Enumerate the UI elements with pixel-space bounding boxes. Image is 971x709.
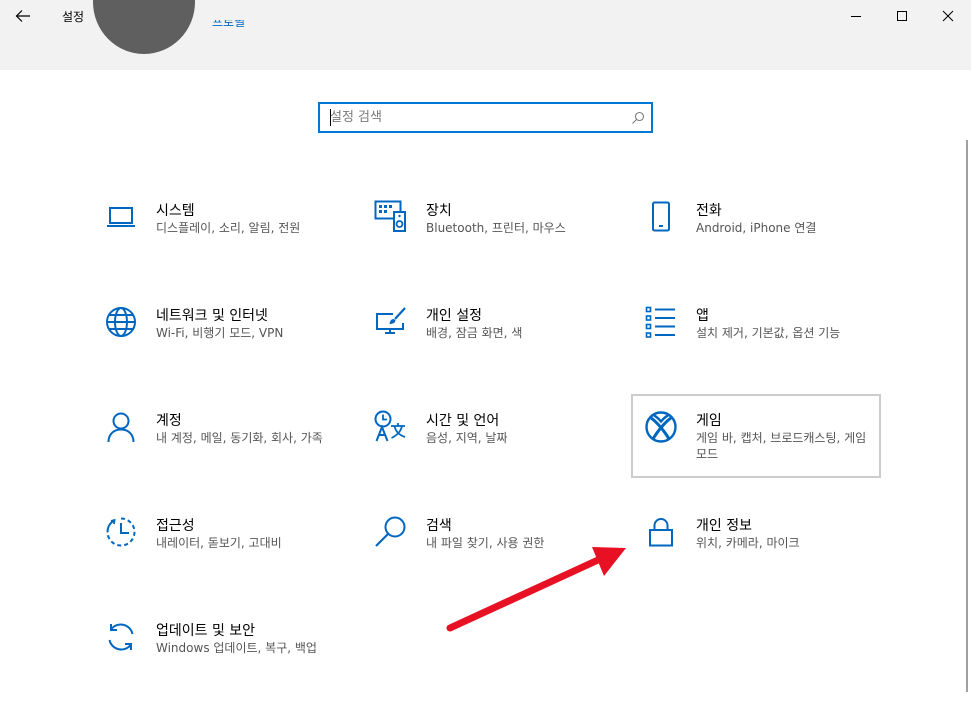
tile-update-security[interactable]: 업데이트 및 보안 Windows 업데이트, 복구, 백업 (104, 620, 354, 704)
tile-accessibility[interactable]: 접근성 내레이터, 돋보기, 고대비 (104, 515, 354, 599)
maximize-icon (897, 11, 907, 21)
avatar[interactable] (93, 0, 195, 54)
tile-title: 앱 (696, 308, 709, 324)
tile-title: 시스템 (156, 203, 195, 219)
tile-title: 업데이트 및 보안 (156, 623, 256, 639)
close-button[interactable] (925, 0, 971, 32)
tile-description: 위치, 카메라, 마이크 (696, 536, 800, 550)
tile-description: 내레이터, 돋보기, 고대비 (156, 536, 282, 550)
tile-description: Bluetooth, 프린터, 마우스 (426, 221, 566, 235)
account-link[interactable]: 프로필 (212, 20, 254, 34)
tile-gaming[interactable]: 게임 게임 바, 캡처, 브로드캐스팅, 게임 모드 (631, 394, 881, 478)
apps-list-icon (644, 305, 678, 339)
tile-description: 내 계정, 메일, 동기화, 회사, 가족 (156, 431, 323, 445)
maximize-button[interactable] (879, 0, 925, 32)
tile-system[interactable]: 시스템 디스플레이, 소리, 알림, 전원 (104, 200, 354, 284)
back-button[interactable] (9, 4, 37, 28)
tile-title: 시간 및 언어 (426, 413, 500, 429)
tile-description: Android, iPhone 연결 (696, 221, 817, 235)
tile-title: 전화 (696, 203, 722, 219)
scrollbar[interactable] (966, 140, 968, 692)
tile-time-language[interactable]: 시간 및 언어 음성, 지역, 날짜 (374, 410, 624, 494)
tile-title: 검색 (426, 518, 452, 534)
search-icon (632, 111, 645, 124)
tile-title: 개인 설정 (426, 308, 482, 324)
tile-description: 게임 바, 캡처, 브로드캐스팅, 게임 모드 (696, 431, 867, 461)
search-input[interactable] (320, 104, 620, 131)
tile-title: 게임 (696, 413, 722, 429)
search-icon (374, 515, 408, 549)
text-caret (330, 109, 331, 126)
tile-apps[interactable]: 앱 설치 제거, 기본값, 옵션 기능 (644, 305, 894, 389)
tile-title: 개인 정보 (696, 518, 752, 534)
lock-icon (644, 515, 678, 549)
tile-title: 네트워크 및 인터넷 (156, 308, 268, 324)
time-language-icon (374, 410, 408, 444)
tile-privacy[interactable]: 개인 정보 위치, 카메라, 마이크 (644, 515, 894, 599)
xbox-icon (644, 410, 678, 444)
personalization-icon (374, 305, 408, 339)
person-icon (104, 410, 138, 444)
tile-accounts[interactable]: 계정 내 계정, 메일, 동기화, 회사, 가족 (104, 410, 354, 494)
tile-description: 디스플레이, 소리, 알림, 전원 (156, 221, 301, 235)
tile-description: 배경, 잠금 화면, 색 (426, 326, 523, 340)
tile-description: Wi-Fi, 비행기 모드, VPN (156, 326, 284, 340)
tile-personalization[interactable]: 개인 설정 배경, 잠금 화면, 색 (374, 305, 624, 389)
arrow-left-icon (15, 10, 30, 22)
laptop-icon (104, 200, 138, 234)
devices-icon (374, 200, 408, 234)
tile-devices[interactable]: 장치 Bluetooth, 프린터, 마우스 (374, 200, 624, 284)
accessibility-icon (104, 515, 138, 549)
minimize-button[interactable] (833, 0, 879, 32)
tile-description: 설치 제거, 기본값, 옵션 기능 (696, 326, 841, 340)
close-icon (942, 10, 954, 22)
minimize-icon (851, 16, 861, 17)
settings-search-box[interactable] (318, 102, 653, 133)
tile-title: 접근성 (156, 518, 195, 534)
title-bar: 프로필 설정 (0, 0, 971, 70)
tile-description: 내 파일 찾기, 사용 권한 (426, 536, 545, 550)
tile-phone[interactable]: 전화 Android, iPhone 연결 (644, 200, 894, 284)
tile-search[interactable]: 검색 내 파일 찾기, 사용 권한 (374, 515, 624, 599)
window-title: 설정 (62, 10, 85, 24)
tile-title: 장치 (426, 203, 452, 219)
tile-title: 계정 (156, 413, 182, 429)
tile-description: Windows 업데이트, 복구, 백업 (156, 641, 317, 655)
update-icon (104, 620, 138, 654)
phone-icon (644, 200, 678, 234)
tile-description: 음성, 지역, 날짜 (426, 431, 508, 445)
globe-icon (104, 305, 138, 339)
tile-network[interactable]: 네트워크 및 인터넷 Wi-Fi, 비행기 모드, VPN (104, 305, 354, 389)
